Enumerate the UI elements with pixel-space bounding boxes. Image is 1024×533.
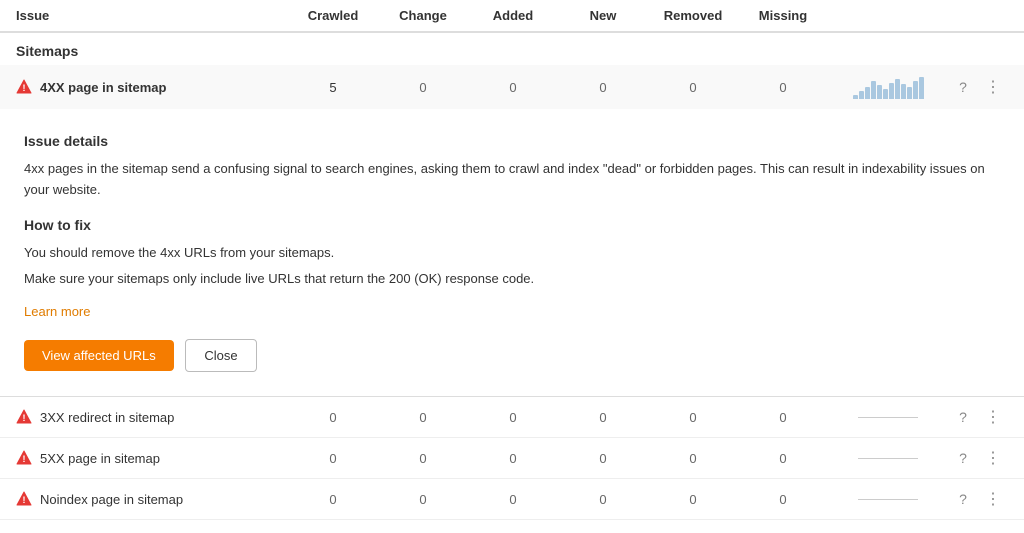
view-affected-urls-button[interactable]: View affected URLs [24,340,174,371]
main-issue-name: ! 4XX page in sitemap [16,79,288,95]
table-header: Issue Crawled Change Added New Removed M… [0,0,1024,33]
other-sparkline-1 [828,458,948,459]
action-buttons: View affected URLs Close [24,339,1000,372]
other-issue-new-1: 0 [558,451,648,466]
col-header-issue: Issue [16,8,288,23]
other-issue-new-0: 0 [558,410,648,425]
other-issue-missing-2: 0 [738,492,828,507]
how-to-fix-title: How to fix [24,217,1000,233]
other-issue-change-0: 0 [378,410,468,425]
other-issue-missing-1: 0 [738,451,828,466]
more-icon-2[interactable]: ⋮ [978,489,1008,509]
svg-text:!: ! [23,454,26,464]
col-header-removed: Removed [648,8,738,23]
other-issue-crawled-1: 0 [288,451,378,466]
other-issues-container: ! 3XX redirect in sitemap 0 0 0 0 0 0 ? … [0,397,1024,520]
detail-text: 4xx pages in the sitemap send a confusin… [24,159,1000,201]
close-button[interactable]: Close [185,339,256,372]
other-issue-row[interactable]: ! 3XX redirect in sitemap 0 0 0 0 0 0 ? … [0,397,1024,438]
col-header-change: Change [378,8,468,23]
other-issue-name-1: ! 5XX page in sitemap [16,450,288,466]
col-header-new: New [558,8,648,23]
svg-text:!: ! [23,495,26,505]
col-header-missing: Missing [738,8,828,23]
fix-text-1: You should remove the 4xx URLs from your… [24,243,1000,264]
main-issue-added: 0 [468,80,558,95]
other-sparkline-2 [828,499,948,500]
other-issue-name-2: ! Noindex page in sitemap [16,491,288,507]
fix-text-2: Make sure your sitemaps only include liv… [24,269,1000,290]
warning-icon-0: ! [16,409,32,425]
other-issue-added-0: 0 [468,410,558,425]
warning-icon: ! [16,79,32,95]
col-header-crawled: Crawled [288,8,378,23]
more-icon-1[interactable]: ⋮ [978,448,1008,468]
other-issue-row[interactable]: ! 5XX page in sitemap 0 0 0 0 0 0 ? ⋮ [0,438,1024,479]
other-issue-new-2: 0 [558,492,648,507]
other-issue-missing-0: 0 [738,410,828,425]
section-label: Sitemaps [0,33,1024,65]
col-header-added: Added [468,8,558,23]
warning-icon-1: ! [16,450,32,466]
other-issue-removed-0: 0 [648,410,738,425]
warning-icon-2: ! [16,491,32,507]
other-issue-change-2: 0 [378,492,468,507]
other-issue-removed-2: 0 [648,492,738,507]
other-issue-removed-1: 0 [648,451,738,466]
main-issue-removed: 0 [648,80,738,95]
other-issue-change-1: 0 [378,451,468,466]
main-issue-missing: 0 [738,80,828,95]
help-icon-0[interactable]: ? [948,409,978,425]
other-issue-crawled-2: 0 [288,492,378,507]
other-issue-added-2: 0 [468,492,558,507]
main-issue-crawled: 5 [288,80,378,95]
more-icon-main[interactable]: ⋮ [978,77,1008,97]
detail-title: Issue details [24,133,1000,149]
svg-text:!: ! [23,83,26,93]
more-icon-0[interactable]: ⋮ [978,407,1008,427]
svg-text:!: ! [23,413,26,423]
learn-more-link[interactable]: Learn more [24,304,90,319]
main-issue-new: 0 [558,80,648,95]
other-issue-added-1: 0 [468,451,558,466]
help-icon-1[interactable]: ? [948,450,978,466]
main-issue-row[interactable]: ! 4XX page in sitemap 5 0 0 0 0 0 ? ⋮ [0,65,1024,109]
sparkline [853,75,924,99]
help-icon-2[interactable]: ? [948,491,978,507]
other-issue-row[interactable]: ! Noindex page in sitemap 0 0 0 0 0 0 ? … [0,479,1024,520]
other-sparkline-0 [828,417,948,418]
other-issue-name-0: ! 3XX redirect in sitemap [16,409,288,425]
sparkline-chart [828,75,948,99]
detail-panel: Issue details 4xx pages in the sitemap s… [0,109,1024,397]
help-icon-main[interactable]: ? [948,79,978,95]
other-issue-crawled-0: 0 [288,410,378,425]
main-issue-change: 0 [378,80,468,95]
